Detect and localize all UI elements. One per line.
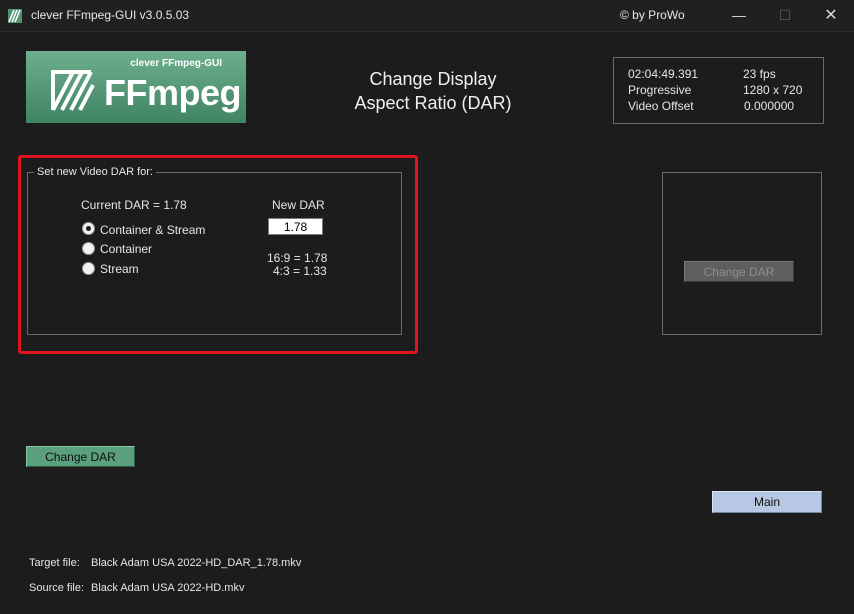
radio-container[interactable] xyxy=(82,242,95,255)
credit-text: © by ProWo xyxy=(620,8,685,22)
page-title-line1: Change Display xyxy=(369,69,497,89)
app-icon xyxy=(8,9,22,23)
minimize-button[interactable]: — xyxy=(716,0,762,31)
resolution-value: 1280 x 720 xyxy=(743,83,803,97)
logo-subtitle: clever FFmpeg-GUI xyxy=(130,58,222,69)
change-dar-disabled-button[interactable]: Change DAR xyxy=(684,261,794,282)
target-file-value: Black Adam USA 2022-HD_DAR_1.78.mkv xyxy=(91,557,302,569)
main-button[interactable]: Main xyxy=(712,491,822,513)
right-panel xyxy=(662,172,822,335)
duration-value: 02:04:49.391 xyxy=(628,67,699,81)
page-title-line2: Aspect Ratio (DAR) xyxy=(354,93,512,113)
close-button[interactable]: ✕ xyxy=(808,0,854,31)
dar-group-legend: Set new Video DAR for: xyxy=(34,166,156,178)
source-file-label: Source file: xyxy=(29,582,85,594)
radio-stream[interactable] xyxy=(82,262,95,275)
video-offset-label: Video Offset xyxy=(628,99,694,113)
target-file-label: Target file: xyxy=(29,557,80,569)
radio-container-stream-label[interactable]: Container & Stream xyxy=(100,223,205,237)
fps-value: 23 fps xyxy=(743,67,776,81)
page-title: Change Display Aspect Ratio (DAR) xyxy=(330,67,536,115)
radio-stream-label[interactable]: Stream xyxy=(100,262,139,276)
ratio-16-9-text: 16:9 = 1.78 xyxy=(267,251,328,265)
ffmpeg-logo-icon xyxy=(51,70,95,111)
ffmpeg-logo: clever FFmpeg-GUI FFmpeg xyxy=(26,51,246,123)
logo-wordmark: FFmpeg xyxy=(104,72,242,113)
maximize-button[interactable]: ☐ xyxy=(762,0,808,31)
change-dar-button[interactable]: Change DAR xyxy=(26,446,135,467)
radio-container-stream[interactable] xyxy=(82,222,95,235)
new-dar-input[interactable] xyxy=(268,218,323,235)
new-dar-label: New DAR xyxy=(272,198,325,212)
dar-groupbox xyxy=(27,172,402,335)
window-title: clever FFmpeg-GUI v3.0.5.03 xyxy=(31,8,190,22)
current-dar-label: Current DAR = 1.78 xyxy=(81,198,187,212)
scan-type-value: Progressive xyxy=(628,83,692,97)
ratio-4-3-text: 4:3 = 1.33 xyxy=(273,264,327,278)
video-offset-value: 0.000000 xyxy=(744,99,795,113)
title-bar: clever FFmpeg-GUI v3.0.5.03 © by ProWo —… xyxy=(0,0,854,32)
radio-container-label[interactable]: Container xyxy=(100,242,152,256)
source-file-value: Black Adam USA 2022-HD.mkv xyxy=(91,582,245,594)
